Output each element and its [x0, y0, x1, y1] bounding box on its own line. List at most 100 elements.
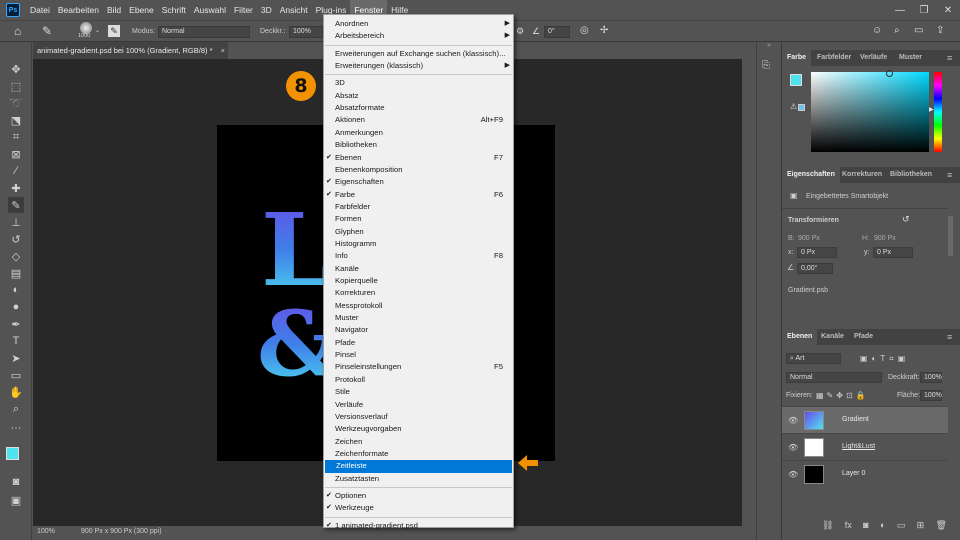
tab-farbfelder[interactable]: Farbfelder — [812, 50, 856, 66]
path-select-icon[interactable]: ➤ — [8, 350, 24, 366]
shape-tool-icon[interactable]: ▭ — [8, 367, 24, 383]
menu-item[interactable]: Anordnen ▶ — [324, 18, 513, 30]
tab-kanaele[interactable]: Kanäle — [816, 329, 849, 345]
menu-ebene[interactable]: Ebene — [125, 0, 158, 20]
hue-slider-handle[interactable]: ▶ — [929, 106, 934, 113]
symmetry-icon[interactable]: ✢ — [600, 25, 608, 36]
menu-item[interactable]: Zeichenformate — [324, 448, 513, 460]
menu-filter[interactable]: Filter — [230, 0, 257, 20]
tab-eigenschaften[interactable]: Eigenschaften — [782, 167, 840, 183]
fx-icon[interactable]: fx — [845, 520, 852, 531]
chevron-down-icon[interactable]: ⌄ — [95, 27, 100, 34]
angle-field[interactable]: 0,00° — [797, 263, 833, 274]
menu-item[interactable]: Absatzformate — [324, 102, 513, 114]
menu-item[interactable]: Navigator — [324, 324, 513, 336]
link-icon[interactable]: ⛓ — [822, 520, 833, 531]
layer-row-gradient[interactable]: 👁 Gradient — [782, 406, 948, 433]
menu-datei[interactable]: Datei — [26, 0, 54, 20]
eye-icon[interactable]: 👁 — [788, 443, 798, 452]
menu-item[interactable]: Muster — [324, 312, 513, 324]
history-panel-icon[interactable]: ⎘ — [762, 60, 770, 71]
menu-ansicht[interactable]: Ansicht — [276, 0, 312, 20]
document-tab[interactable]: animated-gradient.psd bei 100% (Gradient… — [33, 42, 228, 59]
marquee-tool-icon[interactable]: ⬚ — [8, 78, 24, 94]
home-icon[interactable]: ⌂ — [14, 24, 21, 38]
eyedropper-tool-icon[interactable]: ⁄ — [8, 163, 24, 179]
mode-select[interactable]: Normal — [158, 26, 250, 38]
blur-tool-icon[interactable]: ◐ — [8, 282, 24, 298]
trash-icon[interactable]: 🗑 — [936, 520, 947, 531]
search-icon[interactable]: ⌕ — [894, 25, 900, 36]
crop-tool-icon[interactable]: ⌗ — [8, 129, 24, 145]
adjustment-icon[interactable]: ◐ — [880, 520, 885, 531]
menu-item[interactable]: ✔ 1 animated-gradient.psd — [324, 520, 513, 532]
move-tool-icon[interactable]: ✥ — [8, 61, 24, 77]
menu-auswahl[interactable]: Auswahl — [190, 0, 230, 20]
minimize-icon[interactable]: — — [888, 0, 912, 20]
group-icon[interactable]: ▭ — [897, 520, 906, 531]
y-field[interactable]: 0 Px — [873, 247, 913, 258]
menu-item[interactable]: ✔ Ebenen F7 — [324, 152, 513, 164]
menu-item[interactable]: Arbeitsbereich ▶ — [324, 30, 513, 42]
frame-tool-icon[interactable]: ⊠ — [8, 146, 24, 162]
mask-icon[interactable]: ◙ — [863, 520, 868, 531]
layer-row-light-lust[interactable]: 👁 Light&Lust — [782, 433, 948, 460]
color-picker-handle[interactable] — [886, 70, 893, 77]
menu-item[interactable]: Bibliotheken — [324, 139, 513, 151]
opacity-field[interactable]: 100% — [920, 372, 942, 383]
menu-item[interactable]: ✔ Eigenschaften — [324, 176, 513, 188]
menu-bild[interactable]: Bild — [103, 0, 125, 20]
menu-item[interactable]: Glyphen — [324, 226, 513, 238]
tab-ebenen[interactable]: Ebenen — [782, 329, 818, 345]
tab-bibliotheken[interactable]: Bibliotheken — [885, 167, 937, 183]
panel-menu-icon[interactable]: ≡ — [942, 329, 957, 345]
brush-tool-icon[interactable]: ✎ — [42, 24, 52, 38]
eye-icon[interactable]: 👁 — [788, 470, 798, 479]
profile-icon[interactable]: ☺ — [872, 25, 882, 36]
menu-item[interactable]: Korrekturen — [324, 287, 513, 299]
layer-row-layer-0[interactable]: 👁 Layer 0 — [782, 460, 948, 487]
properties-scrollbar[interactable] — [948, 216, 953, 256]
menu-item[interactable]: ✔ Optionen — [324, 490, 513, 502]
workspace-icon[interactable]: ▭ — [914, 25, 923, 36]
gradient-tool-icon[interactable]: ▤ — [8, 265, 24, 281]
menu-item[interactable]: Ebenenkomposition — [324, 164, 513, 176]
menu-item[interactable]: 3D — [324, 77, 513, 89]
menu-item[interactable]: ✔ Farbe F6 — [324, 189, 513, 201]
dodge-tool-icon[interactable]: ● — [8, 299, 24, 315]
type-tool-icon[interactable]: T — [8, 333, 24, 349]
hand-tool-icon[interactable]: ✋ — [8, 384, 24, 400]
menu-item[interactable]: Zusatztasten — [324, 473, 513, 485]
foreground-color-swatch[interactable] — [790, 74, 802, 86]
tab-pfade[interactable]: Pfade — [849, 329, 878, 345]
close-icon[interactable]: ✕ — [936, 0, 960, 20]
menu-3d[interactable]: 3D — [257, 0, 276, 20]
brush-tool-icon[interactable]: ✎ — [8, 197, 24, 213]
blend-mode-select[interactable]: Normal — [786, 372, 882, 383]
tab-muster[interactable]: Muster — [894, 50, 927, 66]
zoom-tool-icon[interactable]: ⌕ — [8, 401, 24, 417]
close-tab-icon[interactable]: × — [221, 46, 225, 55]
menu-item[interactable]: Formen — [324, 213, 513, 225]
menu-item[interactable]: Protokoll — [324, 374, 513, 386]
menu-item[interactable]: Histogramm — [324, 238, 513, 250]
menu-item[interactable]: Info F8 — [324, 250, 513, 262]
menu-item[interactable]: ✔ Werkzeuge — [324, 502, 513, 514]
menu-item[interactable]: Farbfelder — [324, 201, 513, 213]
menu-item[interactable]: Pfade — [324, 337, 513, 349]
share-icon[interactable]: ⇪ — [936, 25, 944, 36]
angle-field[interactable]: 0° — [544, 26, 570, 38]
menu-item[interactable]: Werkzeugvorgaben — [324, 423, 513, 435]
menu-item[interactable]: Stile — [324, 386, 513, 398]
menu-item[interactable]: Erweiterungen auf Exchange suchen (klass… — [324, 48, 513, 60]
stamp-tool-icon[interactable]: ⊥ — [8, 214, 24, 230]
menu-item[interactable]: Pinsel — [324, 349, 513, 361]
reset-transform-icon[interactable]: ↺ — [902, 214, 910, 225]
more-tools-icon[interactable]: ··· — [8, 420, 24, 436]
menu-item[interactable]: Zeichen — [324, 436, 513, 448]
fill-field[interactable]: 100% — [920, 390, 942, 401]
lasso-tool-icon[interactable]: ➰ — [8, 95, 24, 111]
menu-item[interactable]: Kopierquelle — [324, 275, 513, 287]
pen-tool-icon[interactable]: ✒ — [8, 316, 24, 332]
eye-icon[interactable]: 👁 — [788, 416, 798, 425]
